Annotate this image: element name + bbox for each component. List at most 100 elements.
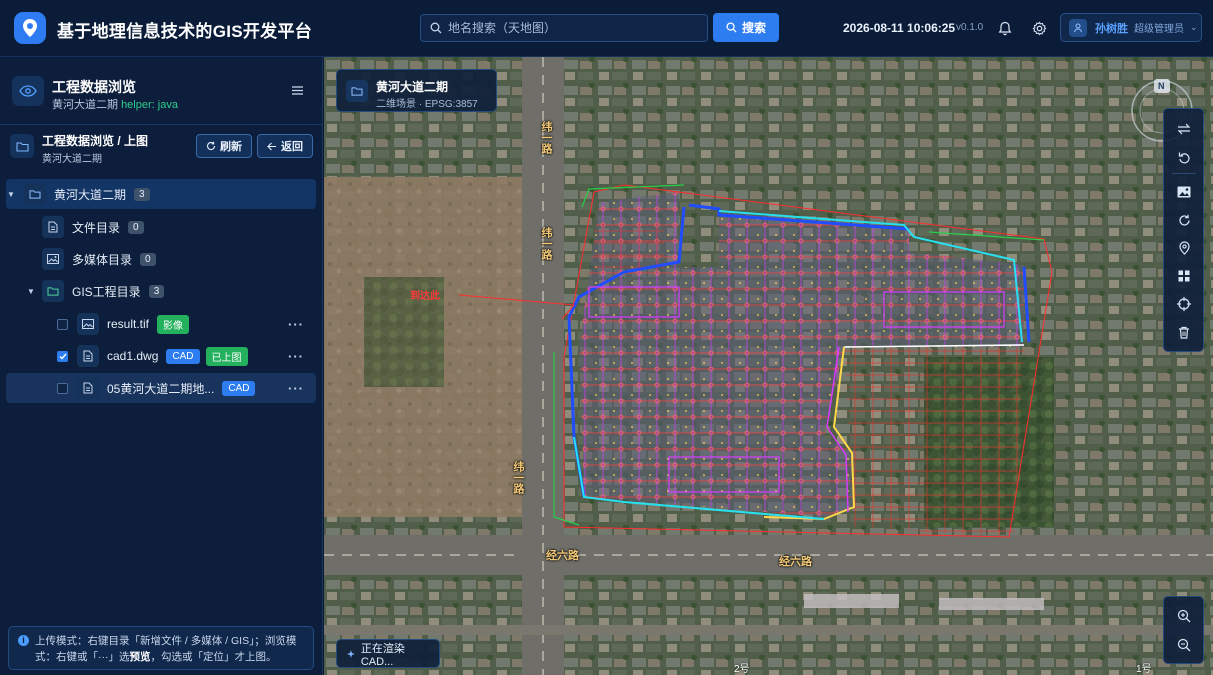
menu-icon[interactable] <box>292 84 303 98</box>
place-search-input[interactable] <box>448 21 688 35</box>
sidebar-header: 工程数据浏览 黄河大道二期 helper: java <box>0 57 323 125</box>
folder-icon <box>42 280 64 302</box>
user-avatar-icon <box>1069 18 1087 37</box>
layer-checkbox[interactable] <box>57 318 68 330</box>
breadcrumb: 工程数据浏览 / 上图 <box>42 134 149 148</box>
user-role: 超级管理员 <box>1134 24 1184 35</box>
folder-icon <box>346 80 368 102</box>
road-label: 纬一路 <box>540 227 552 260</box>
sparkle-icon <box>347 649 355 658</box>
tree-node-label: 黄河大道二期 <box>54 187 127 202</box>
render-status-text: 正在渲染 CAD... <box>360 642 405 668</box>
back-button[interactable]: 返回 <box>257 134 313 158</box>
tree-node-label: 多媒体目录 <box>72 252 133 267</box>
layer-checkbox[interactable] <box>57 382 68 394</box>
gear-icon[interactable] <box>1029 18 1049 38</box>
file-name: cad1.dwg <box>107 349 159 363</box>
tree-item-cad1-dwg[interactable]: cad1.dwg CAD 已上图 ··· <box>6 341 316 371</box>
hint-suffix: ，勾选或「定位」才上图。 <box>150 651 277 663</box>
tree-node-files[interactable]: 文件目录 0 <box>6 212 316 242</box>
satellite-basemap <box>324 57 1213 675</box>
tree-item-05-cad[interactable]: 05黄河大道二期地... CAD ··· <box>6 373 316 403</box>
map-toolbar <box>1163 108 1204 352</box>
target-icon[interactable] <box>1173 293 1195 315</box>
file-icon <box>77 345 99 367</box>
current-datetime: 2026-08-11 10:06:25 <box>843 21 956 35</box>
building-label: 1号 <box>1136 664 1152 675</box>
zoom-out-icon[interactable] <box>1173 634 1195 656</box>
tree-node-root[interactable]: ▼ 黄河大道二期 3 <box>6 179 316 209</box>
render-status: 正在渲染 CAD... <box>336 639 440 668</box>
place-search-box[interactable] <box>420 14 708 42</box>
grid-icon[interactable] <box>1173 265 1195 287</box>
sidebar-title: 工程数据浏览 <box>52 79 136 95</box>
tree-node-label: 文件目录 <box>72 220 121 235</box>
tree-node-label: GIS工程目录 <box>72 284 141 299</box>
folder-icon <box>24 183 46 205</box>
undo-icon[interactable] <box>1173 146 1195 168</box>
building-label: 2号 <box>734 664 750 675</box>
type-tag: 影像 <box>157 314 190 334</box>
refresh-label: 刷新 <box>220 141 242 153</box>
hint-bold: 预览 <box>129 651 151 663</box>
location-icon[interactable] <box>1173 237 1195 259</box>
bell-icon[interactable] <box>995 18 1015 38</box>
count-badge: 0 <box>128 220 144 234</box>
sidebar: 工程数据浏览 黄河大道二期 helper: java 工程数据浏览 / 上图 黄… <box>0 57 323 675</box>
tree-node-media[interactable]: 多媒体目录 0 <box>6 244 316 274</box>
more-options-button[interactable]: ··· <box>288 381 304 396</box>
eye-icon <box>12 76 44 106</box>
file-icon <box>42 216 64 238</box>
trash-icon[interactable] <box>1173 321 1195 343</box>
refresh-button[interactable]: 刷新 <box>196 134 252 158</box>
user-name: 孙树胜 <box>1095 22 1128 35</box>
scene-crs: 二维场景 · EPSG:3857 <box>376 99 478 110</box>
cad-annotation: 到达此 <box>410 291 440 302</box>
zoom-in-icon[interactable] <box>1173 605 1195 627</box>
count-badge: 0 <box>140 252 156 266</box>
type-tag: CAD <box>166 348 200 364</box>
top-header: 基于地理信息技术的GIS开发平台 搜索 2026-08-11 10:06:25 … <box>0 0 1213 57</box>
more-options-button[interactable]: ··· <box>288 317 304 332</box>
info-icon: i <box>18 635 29 646</box>
tree-item-result-tif[interactable]: result.tif 影像 ··· <box>6 309 316 339</box>
type-tag: CAD <box>222 380 256 396</box>
toolbar-divider <box>1172 173 1196 174</box>
count-badge: 3 <box>148 284 165 298</box>
file-name: 05黄河大道二期地... <box>107 381 215 396</box>
north-letter: N <box>1158 81 1165 91</box>
more-options-button[interactable]: ··· <box>288 349 304 364</box>
app-title: 基于地理信息技术的GIS开发平台 <box>57 22 313 41</box>
file-icon <box>77 377 99 399</box>
helper-text: helper: java <box>121 99 178 111</box>
road-label: 纬一路 <box>540 121 552 154</box>
image-icon[interactable] <box>1173 181 1195 203</box>
caret-down-icon[interactable]: ▼ <box>6 190 16 199</box>
image-icon <box>42 248 64 270</box>
road-label: 经六路 <box>546 550 579 562</box>
count-badge: 3 <box>134 187 150 201</box>
arrow-left-icon <box>267 142 276 150</box>
map-pin-logo-icon <box>14 12 46 44</box>
app-version: v0.1.0 <box>956 22 984 33</box>
sidebar-subtitle: 黄河大道二期 helper: java <box>52 96 178 112</box>
refresh-icon[interactable] <box>1173 209 1195 231</box>
search-icon <box>430 22 442 34</box>
back-label: 返回 <box>281 141 303 153</box>
file-name: result.tif <box>107 317 150 331</box>
search-button[interactable]: 搜索 <box>713 13 779 42</box>
scene-info-card: 黄河大道二期 二维场景 · EPSG:3857 <box>336 69 497 112</box>
search-button-label: 搜索 <box>741 21 766 35</box>
image-icon <box>77 313 99 335</box>
user-menu[interactable]: 孙树胜 超级管理员 ⌄ <box>1060 13 1202 42</box>
layer-checkbox[interactable] <box>57 350 68 362</box>
search-icon <box>726 22 737 33</box>
caret-down-icon[interactable]: ▼ <box>26 287 36 296</box>
swap-icon[interactable] <box>1173 118 1195 140</box>
folder-icon <box>10 134 34 158</box>
refresh-icon <box>207 141 216 151</box>
chevron-down-icon: ⌄ <box>1190 22 1198 32</box>
map-view[interactable]: 经六路 经六路 纬一路 纬一路 纬一路 到达此 2号 1号 N 黄河大道二期 二… <box>324 57 1213 675</box>
zoom-controls <box>1163 596 1204 664</box>
tree-node-gis[interactable]: ▼ GIS工程目录 3 <box>6 276 316 306</box>
